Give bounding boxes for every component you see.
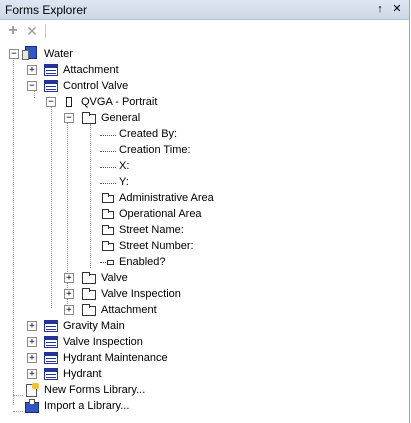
tree-node-label: Y: — [119, 176, 129, 188]
tree-node-label: Hydrant Maintenance — [63, 352, 168, 364]
library-icon — [22, 46, 38, 61]
table-icon — [44, 64, 58, 76]
tree-node-label: Street Name: — [119, 224, 184, 236]
field-icon — [100, 167, 116, 169]
collapse-toggle[interactable]: − — [9, 49, 19, 59]
tree-node-label: Import a Library... — [44, 400, 130, 412]
tree-node-label: Street Number: — [119, 240, 194, 252]
tree-node-label: General — [101, 112, 141, 124]
tree-node-control-valve[interactable]: − Control Valve — [0, 78, 200, 94]
expand-toggle[interactable]: + — [27, 337, 37, 347]
panel-title: Forms Explorer — [5, 3, 88, 17]
tree-node-label: Attachment — [101, 304, 157, 316]
collapse-toggle[interactable]: − — [64, 113, 74, 123]
panel-border — [409, 0, 410, 423]
tree-node-street-number[interactable]: Street Number: — [0, 238, 280, 254]
field-icon — [100, 183, 116, 185]
tree-node-label: Administrative Area — [119, 192, 214, 204]
tree-node-attachment[interactable]: + Attachment — [0, 62, 200, 78]
tree-node-gravity-main[interactable]: + Gravity Main — [0, 318, 200, 334]
expand-toggle[interactable]: + — [64, 289, 74, 299]
import-library-item[interactable]: Import a Library... — [0, 398, 200, 414]
expand-toggle[interactable]: + — [64, 305, 74, 315]
picklist-field-icon — [102, 225, 114, 235]
table-icon — [44, 352, 58, 364]
import-library-icon — [24, 399, 40, 413]
tree-node-label: Valve Inspection — [63, 336, 143, 348]
forms-tree: − Water + Attachment − Control Valve − Q… — [0, 44, 410, 423]
tree-node-label: Operational Area — [119, 208, 202, 220]
picklist-field-icon — [102, 241, 114, 251]
tree-node-created-by[interactable]: Created By: — [0, 126, 260, 142]
tree-node-valve[interactable]: + Valve — [0, 270, 220, 286]
field-icon — [100, 151, 116, 153]
table-icon — [44, 336, 58, 348]
expand-toggle[interactable]: + — [27, 65, 37, 75]
expand-toggle[interactable]: + — [27, 321, 37, 331]
folder-icon — [82, 112, 96, 124]
delete-icon[interactable]: ✕ — [24, 22, 40, 40]
forms-explorer-panel: Forms Explorer ↑ ✕ + ✕ − Water + Attachm… — [0, 0, 410, 423]
tree-node-label: New Forms Library... — [44, 384, 146, 396]
toolbar-separator — [45, 24, 46, 38]
tree-node-label: X: — [119, 160, 130, 172]
expand-toggle[interactable]: + — [27, 369, 37, 379]
folder-icon — [82, 304, 96, 316]
expand-toggle[interactable]: + — [27, 353, 37, 363]
tree-node-valve-inspection-folder[interactable]: + Valve Inspection — [0, 286, 220, 302]
picklist-field-icon — [102, 209, 114, 219]
tree-node-label: Gravity Main — [63, 320, 125, 332]
tree-node-street-name[interactable]: Street Name: — [0, 222, 280, 238]
toolbar: + ✕ — [0, 20, 410, 42]
tree-node-hydrant[interactable]: + Hydrant — [0, 366, 200, 382]
tree-node-label: Valve Inspection — [101, 288, 181, 300]
tree-node-label: Valve — [101, 272, 128, 284]
tree-node-y[interactable]: Y: — [0, 174, 260, 190]
add-icon[interactable]: + — [5, 22, 21, 40]
close-icon[interactable]: ✕ — [389, 1, 405, 17]
tree-node-administrative-area[interactable]: Administrative Area — [0, 190, 280, 206]
page-icon — [66, 97, 72, 107]
panel-titlebar: Forms Explorer ↑ ✕ — [0, 0, 410, 20]
tree-node-label: Control Valve — [63, 80, 129, 92]
tree-node-general[interactable]: − General — [0, 110, 220, 126]
tree-node-label: Water — [44, 48, 73, 60]
tree-node-label: Hydrant — [63, 368, 102, 380]
tree-node-creation-time[interactable]: Creation Time: — [0, 142, 260, 158]
tree-node-label: Attachment — [63, 64, 119, 76]
tree-node-attachment-folder[interactable]: + Attachment — [0, 302, 220, 318]
table-icon — [44, 320, 58, 332]
collapse-toggle[interactable]: − — [46, 97, 56, 107]
tree-node-label: QVGA - Portrait — [81, 96, 158, 108]
tree-node-qvga-portrait[interactable]: − QVGA - Portrait — [0, 94, 220, 110]
tree-node-hydrant-maintenance[interactable]: + Hydrant Maintenance — [0, 350, 220, 366]
collapse-toggle[interactable]: − — [27, 81, 37, 91]
new-forms-library-item[interactable]: New Forms Library... — [0, 382, 200, 398]
table-icon — [44, 368, 58, 380]
tree-node-label: Created By: — [119, 128, 178, 140]
expand-toggle[interactable]: + — [64, 273, 74, 283]
tree-node-x[interactable]: X: — [0, 158, 260, 174]
tree-node-label: Creation Time: — [119, 144, 191, 156]
tree-node-valve-inspection[interactable]: + Valve Inspection — [0, 334, 200, 350]
table-icon — [44, 80, 58, 92]
folder-icon — [82, 272, 96, 284]
folder-icon — [82, 288, 96, 300]
tree-node-water[interactable]: − Water — [0, 46, 200, 62]
tree-node-operational-area[interactable]: Operational Area — [0, 206, 280, 222]
field-icon — [100, 135, 116, 137]
tree-node-enabled[interactable]: Enabled? — [0, 254, 280, 270]
pin-icon[interactable]: ↑ — [372, 1, 388, 17]
checkbox-field-icon — [100, 260, 116, 266]
tree-node-label: Enabled? — [119, 256, 166, 268]
picklist-field-icon — [102, 193, 114, 203]
new-library-icon — [24, 383, 40, 397]
